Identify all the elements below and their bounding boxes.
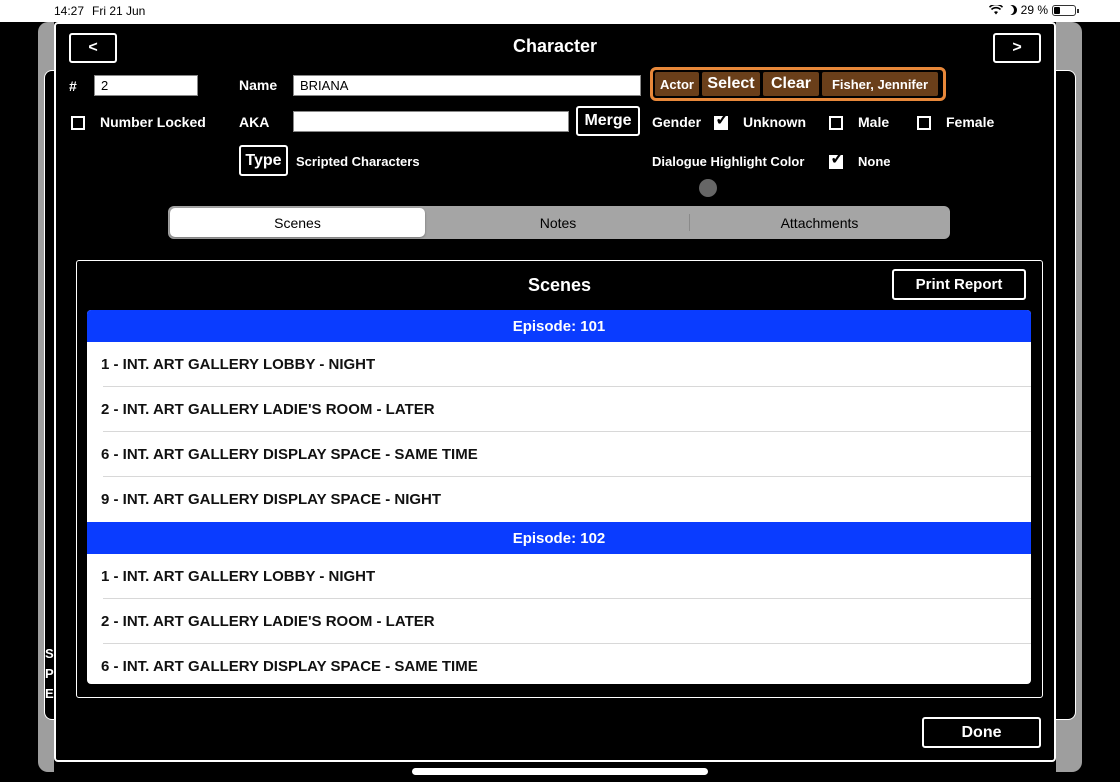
status-time: 14:27 <box>54 4 85 18</box>
background-panel-right <box>1056 70 1076 720</box>
episode-header: Episode: 101 <box>87 310 1031 342</box>
home-indicator[interactable] <box>412 768 708 775</box>
type-button[interactable]: Type <box>239 145 288 176</box>
actor-bar: Actor Select Clear Fisher, Jennifer <box>650 67 946 101</box>
number-locked-checkbox[interactable] <box>71 116 85 130</box>
name-label: Name <box>239 77 278 93</box>
background-letter: S <box>45 646 54 661</box>
dialogue-color-checkbox[interactable] <box>829 148 845 169</box>
scenes-panel: Scenes Print Report Episode: 101 1 - INT… <box>76 260 1043 698</box>
actor-label: Actor <box>655 72 699 96</box>
number-locked-label: Number Locked <box>100 114 206 130</box>
battery-percent: 29 % <box>1020 3 1048 17</box>
color-indicator-dot[interactable] <box>699 179 717 197</box>
next-button[interactable]: > <box>993 33 1041 63</box>
done-button[interactable]: Done <box>922 717 1041 748</box>
dialogue-color-label: Dialogue Highlight Color <box>652 154 805 169</box>
moon-icon <box>1007 5 1017 15</box>
background-panel-left <box>44 70 54 720</box>
status-bar: 14:27 Fri 21 Jun 29 % <box>0 0 1120 22</box>
scene-row[interactable]: 2 - INT. ART GALLERY LADIE'S ROOM - LATE… <box>87 599 1031 644</box>
dialogue-color-value: None <box>858 154 891 169</box>
background-letters: S P E <box>45 644 54 704</box>
episode-header: Episode: 102 <box>87 522 1031 554</box>
number-field[interactable]: 2 <box>94 75 198 96</box>
merge-button[interactable]: Merge <box>576 106 640 136</box>
gender-male-label: Male <box>858 114 890 130</box>
scene-row[interactable]: 9 - INT. ART GALLERY DISPLAY SPACE - NIG… <box>87 477 1031 522</box>
dialog-title: Character <box>512 36 598 56</box>
scene-row[interactable]: 1 - INT. ART GALLERY LOBBY - NIGHT <box>87 554 1031 599</box>
gender-label: Gender <box>652 114 702 130</box>
actor-name: Fisher, Jennifer <box>822 72 938 96</box>
scene-row[interactable]: 6 - INT. ART GALLERY DISPLAY SPACE - SAM… <box>87 644 1031 684</box>
tab-bar: Scenes Notes Attachments <box>168 206 950 239</box>
scene-row[interactable]: 6 - INT. ART GALLERY DISPLAY SPACE - SAM… <box>87 432 1031 477</box>
gender-unknown-label: Unknown <box>743 114 806 130</box>
tab-scenes[interactable]: Scenes <box>170 208 425 237</box>
status-date: Fri 21 Jun <box>92 4 146 18</box>
character-dialog: Character < > # 2 Name BRIANA Actor Sele… <box>54 22 1056 762</box>
status-indicators: 29 % <box>988 3 1079 17</box>
previous-button[interactable]: < <box>69 33 117 63</box>
gender-unknown-checkbox[interactable] <box>714 109 730 130</box>
tab-notes[interactable]: Notes <box>429 208 687 237</box>
scene-row[interactable]: 2 - INT. ART GALLERY LADIE'S ROOM - LATE… <box>87 387 1031 432</box>
tab-attachments[interactable]: Attachments <box>691 208 948 237</box>
gender-female-label: Female <box>946 114 995 130</box>
aka-field[interactable] <box>293 111 569 132</box>
scenes-list: Episode: 101 1 - INT. ART GALLERY LOBBY … <box>87 310 1031 684</box>
scene-row[interactable]: 1 - INT. ART GALLERY LOBBY - NIGHT <box>87 342 1031 387</box>
select-actor-button[interactable]: Select <box>702 72 760 96</box>
gender-male-checkbox[interactable] <box>829 116 843 130</box>
name-field[interactable]: BRIANA <box>293 75 641 96</box>
background-letter: E <box>45 686 54 701</box>
wifi-icon <box>988 5 1003 15</box>
battery-icon <box>1052 4 1079 16</box>
gender-female-checkbox[interactable] <box>917 116 931 130</box>
number-label: # <box>69 78 77 94</box>
clear-actor-button[interactable]: Clear <box>763 72 819 96</box>
print-report-button[interactable]: Print Report <box>892 269 1026 300</box>
aka-label: AKA <box>239 114 270 130</box>
type-value: Scripted Characters <box>296 154 420 169</box>
tab-divider <box>689 214 690 231</box>
background-letter: P <box>45 666 54 681</box>
